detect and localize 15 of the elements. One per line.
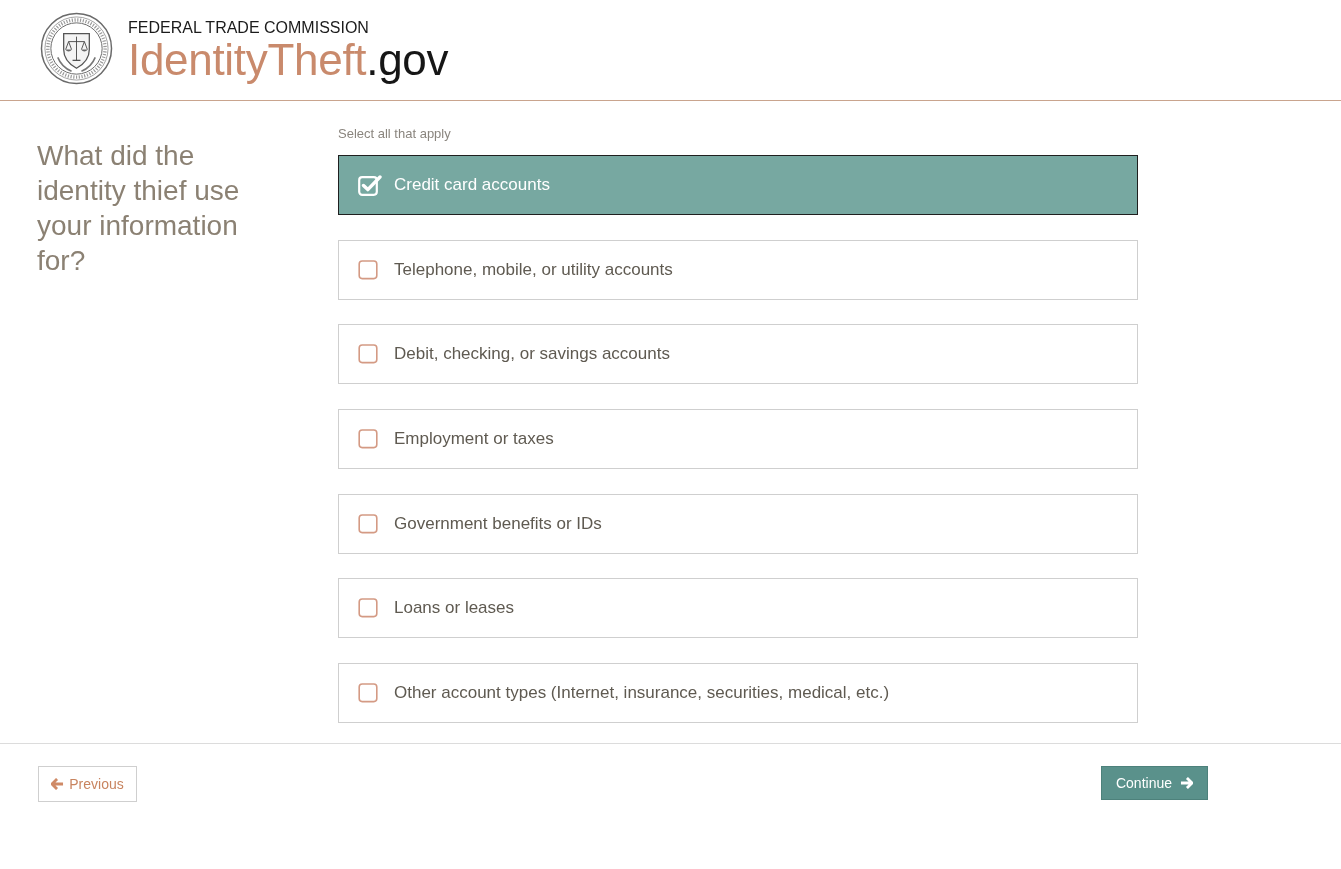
seal-icon (40, 12, 113, 85)
answer-option[interactable]: Debit, checking, or savings accounts (338, 324, 1138, 385)
site-title[interactable]: IdentityTheft.gov (128, 37, 449, 83)
agency-name: FEDERAL TRADE COMMISSION (128, 19, 370, 37)
question-heading: What did the identity thief use your information for? (37, 139, 241, 278)
instruction-text: Select all that apply (338, 126, 452, 142)
continue-button[interactable]: Continue (1101, 766, 1208, 800)
answer-option[interactable]: Employment or taxes (338, 409, 1138, 470)
answer-option[interactable]: Other account types (Internet, insurance, securities, medical, etc.) (338, 663, 1138, 724)
answer-option[interactable]: Telephone, mobile, or utility accounts (338, 239, 1138, 300)
arrow-right-icon (1180, 777, 1193, 789)
arrow-left-icon (51, 778, 65, 790)
answer-option[interactable]: Government benefits or IDs (338, 493, 1138, 554)
answer-option[interactable]: Loans or leases (338, 578, 1138, 639)
checkbox[interactable] (358, 174, 382, 196)
